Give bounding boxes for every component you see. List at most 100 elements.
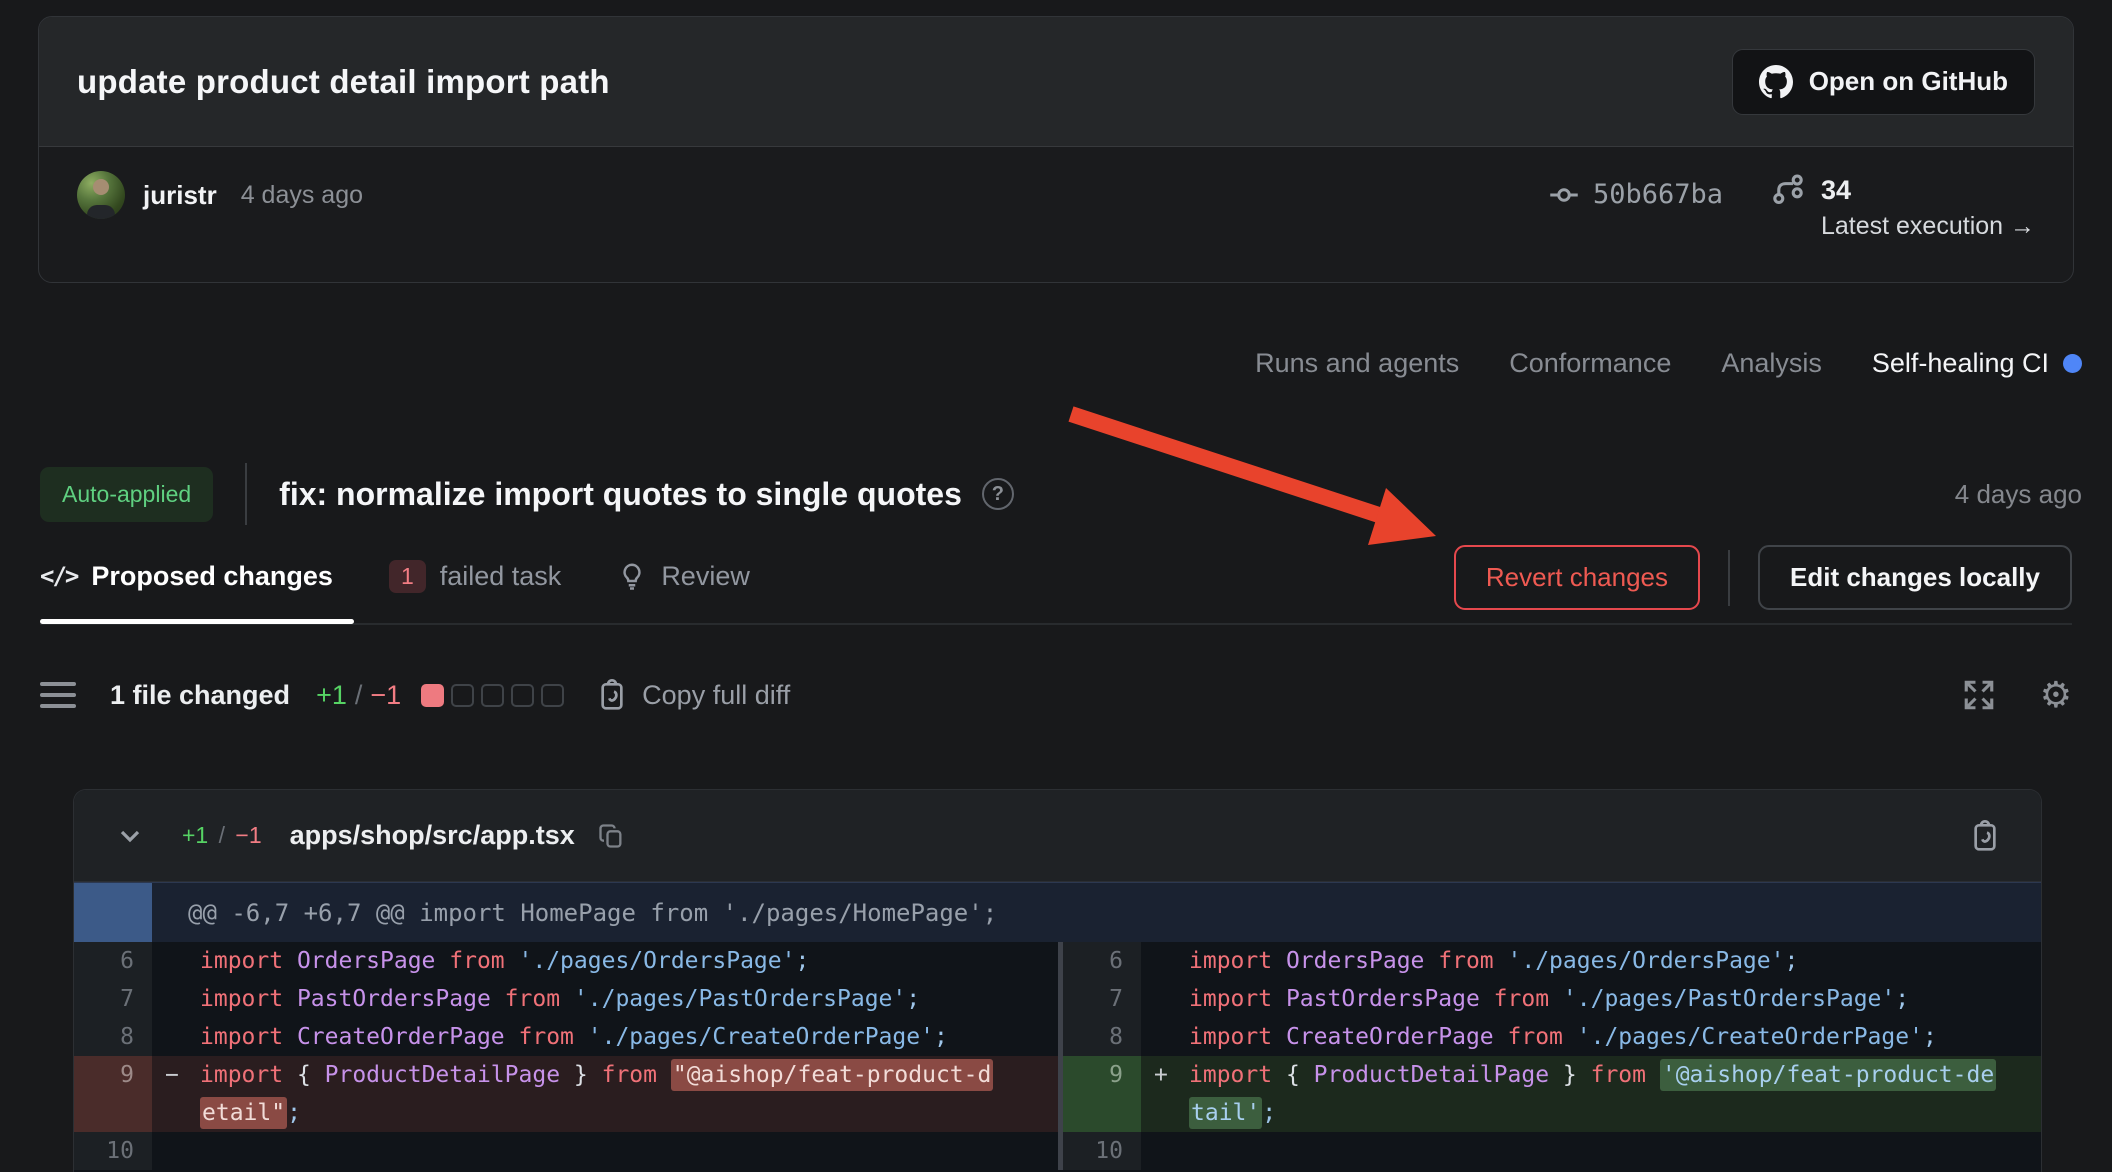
code-icon: </> bbox=[40, 562, 77, 590]
tab-failed-task[interactable]: 1 failed task bbox=[389, 560, 561, 593]
commit-card: update product detail import path Open o… bbox=[38, 16, 2074, 283]
execution-count: 34 bbox=[1821, 175, 2035, 206]
settings-gear-icon[interactable]: ⚙ bbox=[2040, 677, 2072, 713]
code-content: import CreateOrderPage from './pages/Cre… bbox=[1141, 1018, 2041, 1056]
notification-dot bbox=[2063, 354, 2082, 373]
open-on-github-button[interactable]: Open on GitHub bbox=[1732, 49, 2035, 115]
latest-execution-link[interactable]: Latest execution → bbox=[1821, 212, 2035, 241]
change-tabs-row: </> Proposed changes 1 failed task Revie… bbox=[40, 545, 2072, 625]
expand-icon[interactable] bbox=[1962, 678, 1996, 712]
fix-header-row: Auto-applied fix: normalize import quote… bbox=[40, 463, 2082, 525]
copy-path-icon[interactable] bbox=[597, 822, 625, 850]
hunk-gutter bbox=[74, 883, 152, 942]
open-on-github-label: Open on GitHub bbox=[1809, 66, 2008, 97]
divider bbox=[1728, 550, 1730, 606]
line-number: 9 bbox=[1063, 1056, 1141, 1132]
diff-line-10[interactable]: 10 bbox=[1063, 1132, 2041, 1170]
lightbulb-icon bbox=[617, 561, 647, 591]
line-number: 6 bbox=[1063, 942, 1141, 980]
line-number: 9 bbox=[74, 1056, 152, 1132]
code-content: import CreateOrderPage from './pages/Cre… bbox=[152, 1018, 1058, 1056]
diff-left-rows: 6import OrdersPage from './pages/OrdersP… bbox=[74, 942, 1058, 1170]
hunk-header: @@ -6,7 +6,7 @@ import HomePage from './… bbox=[74, 882, 2041, 942]
active-tab-underline bbox=[40, 619, 354, 624]
chevron-down-icon[interactable] bbox=[114, 820, 146, 852]
github-icon bbox=[1759, 65, 1793, 99]
diff-marker: + bbox=[1154, 1056, 1168, 1094]
copy-full-diff-button[interactable]: Copy full diff bbox=[596, 679, 790, 711]
line-number: 8 bbox=[1063, 1018, 1141, 1056]
diff-line-8[interactable]: 8import CreateOrderPage from './pages/Cr… bbox=[74, 1018, 1058, 1056]
diff-line-6[interactable]: 6import OrdersPage from './pages/OrdersP… bbox=[74, 942, 1058, 980]
diff-line-7[interactable]: 7import PastOrdersPage from './pages/Pas… bbox=[74, 980, 1058, 1018]
commit-icon bbox=[1549, 180, 1579, 210]
revert-changes-button[interactable]: Revert changes bbox=[1454, 545, 1700, 610]
clipboard-icon bbox=[596, 679, 628, 711]
fix-title: fix: normalize import quotes to single q… bbox=[279, 476, 962, 513]
deletions-count: −1 bbox=[370, 680, 401, 711]
file-diff-header: +1 / −1 apps/shop/src/app.tsx bbox=[74, 790, 2041, 882]
diff-line-7[interactable]: 7import PastOrdersPage from './pages/Pas… bbox=[1063, 980, 2041, 1018]
hunk-header-text: @@ -6,7 +6,7 @@ import HomePage from './… bbox=[188, 899, 997, 927]
diff-line-10[interactable]: 10 bbox=[74, 1132, 1058, 1170]
commit-sha: 50b667ba bbox=[1593, 179, 1723, 210]
diff-right-rows: 6import OrdersPage from './pages/OrdersP… bbox=[1063, 942, 2041, 1170]
nav-tab-self-healing-ci[interactable]: Self-healing CI bbox=[1872, 348, 2082, 379]
file-path: apps/shop/src/app.tsx bbox=[290, 820, 575, 851]
line-number: 6 bbox=[74, 942, 152, 980]
code-content bbox=[152, 1132, 1058, 1170]
commit-time: 4 days ago bbox=[241, 181, 363, 210]
execution-group: 34 Latest execution → bbox=[1771, 173, 2035, 241]
diff-line-6[interactable]: 6import OrdersPage from './pages/OrdersP… bbox=[1063, 942, 2041, 980]
code-content: import PastOrdersPage from './pages/Past… bbox=[152, 980, 1058, 1018]
copy-file-diff-icon[interactable] bbox=[1969, 820, 2001, 852]
author-name[interactable]: juristr bbox=[143, 180, 217, 211]
nav-tab-analysis[interactable]: Analysis bbox=[1721, 348, 1822, 379]
diff-toolbar-right: ⚙ bbox=[1962, 677, 2072, 713]
author-row: juristr 4 days ago bbox=[77, 171, 363, 219]
commit-sha-group[interactable]: 50b667ba bbox=[1549, 179, 1723, 210]
code-content: +import { ProductDetailPage } from '@ais… bbox=[1141, 1056, 2041, 1132]
file-diff-card: +1 / −1 apps/shop/src/app.tsx @@ -6,7 +6… bbox=[73, 789, 2042, 1172]
action-buttons: Revert changes Edit changes locally bbox=[1454, 545, 2072, 610]
nav-tab-runs-and-agents[interactable]: Runs and agents bbox=[1255, 348, 1459, 379]
diff-split-view: 6import OrdersPage from './pages/OrdersP… bbox=[74, 942, 2041, 1170]
commit-meta: 50b667ba 34 Latest execution → bbox=[1549, 171, 2035, 241]
diff-blocks-indicator bbox=[421, 684, 564, 707]
execution-col: 34 Latest execution → bbox=[1821, 173, 2035, 241]
commit-card-header: update product detail import path Open o… bbox=[39, 17, 2073, 147]
avatar[interactable] bbox=[77, 171, 125, 219]
diff-toolbar: 1 file changed +1 / −1 Copy full diff ⚙ bbox=[40, 677, 2072, 713]
diff-marker: − bbox=[165, 1056, 179, 1094]
fix-time: 4 days ago bbox=[1955, 479, 2082, 510]
help-icon[interactable]: ? bbox=[982, 478, 1014, 510]
tab-proposed-changes[interactable]: </> Proposed changes bbox=[40, 561, 333, 592]
commit-card-body: juristr 4 days ago 50b667ba 34 Latest ex… bbox=[39, 147, 2073, 283]
diff-line-9[interactable]: 9−import { ProductDetailPage } from "@ai… bbox=[74, 1056, 1058, 1132]
failed-count-badge: 1 bbox=[389, 560, 426, 593]
files-changed-label: 1 file changed bbox=[110, 680, 290, 711]
page-title: update product detail import path bbox=[77, 63, 610, 101]
line-number: 7 bbox=[74, 980, 152, 1018]
tab-review[interactable]: Review bbox=[617, 561, 750, 592]
branch-icon bbox=[1771, 173, 1805, 207]
nav-tabs: Runs and agents Conformance Analysis Sel… bbox=[1255, 348, 2082, 379]
code-content: import OrdersPage from './pages/OrdersPa… bbox=[152, 942, 1058, 980]
edit-changes-locally-button[interactable]: Edit changes locally bbox=[1758, 545, 2072, 610]
divider bbox=[245, 463, 247, 525]
line-number: 7 bbox=[1063, 980, 1141, 1018]
auto-applied-badge: Auto-applied bbox=[40, 467, 213, 522]
diff-line-8[interactable]: 8import CreateOrderPage from './pages/Cr… bbox=[1063, 1018, 2041, 1056]
code-content bbox=[1141, 1132, 2041, 1170]
line-number: 10 bbox=[74, 1132, 152, 1170]
code-content: import PastOrdersPage from './pages/Past… bbox=[1141, 980, 2041, 1018]
file-list-menu-icon[interactable] bbox=[40, 682, 76, 708]
line-number: 8 bbox=[74, 1018, 152, 1056]
nav-tab-conformance[interactable]: Conformance bbox=[1509, 348, 1671, 379]
line-number: 10 bbox=[1063, 1132, 1141, 1170]
file-stats: +1 / −1 bbox=[182, 822, 262, 849]
additions-count: +1 bbox=[316, 680, 347, 711]
diff-line-9[interactable]: 9+import { ProductDetailPage } from '@ai… bbox=[1063, 1056, 2041, 1132]
code-content: −import { ProductDetailPage } from "@ais… bbox=[152, 1056, 1058, 1132]
page: update product detail import path Open o… bbox=[0, 0, 2112, 1172]
